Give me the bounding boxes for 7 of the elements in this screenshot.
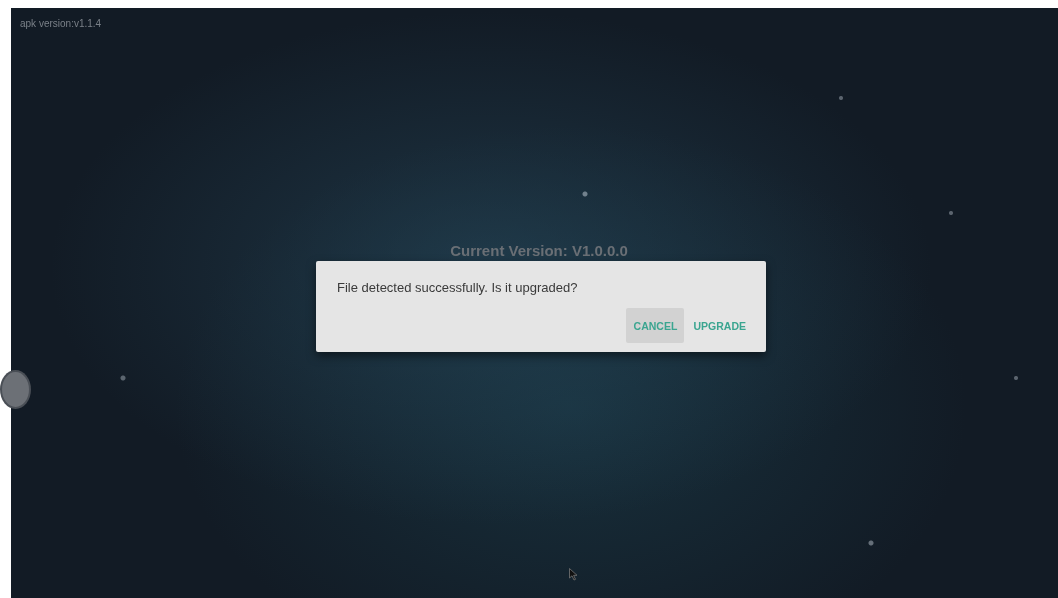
cursor-icon [569, 568, 578, 581]
dialog-button[interactable]: CANCEL [626, 308, 685, 343]
floating-button[interactable] [2, 372, 29, 407]
dialog-message: File detected successfully. Is it upgraded? [337, 280, 579, 295]
app-version-label: apk version:v1.1.4 [20, 18, 103, 29]
dialog-button[interactable]: UPGRADE [686, 308, 753, 343]
current-version-label: Current Version: V1.0.0.0 [450, 242, 628, 259]
